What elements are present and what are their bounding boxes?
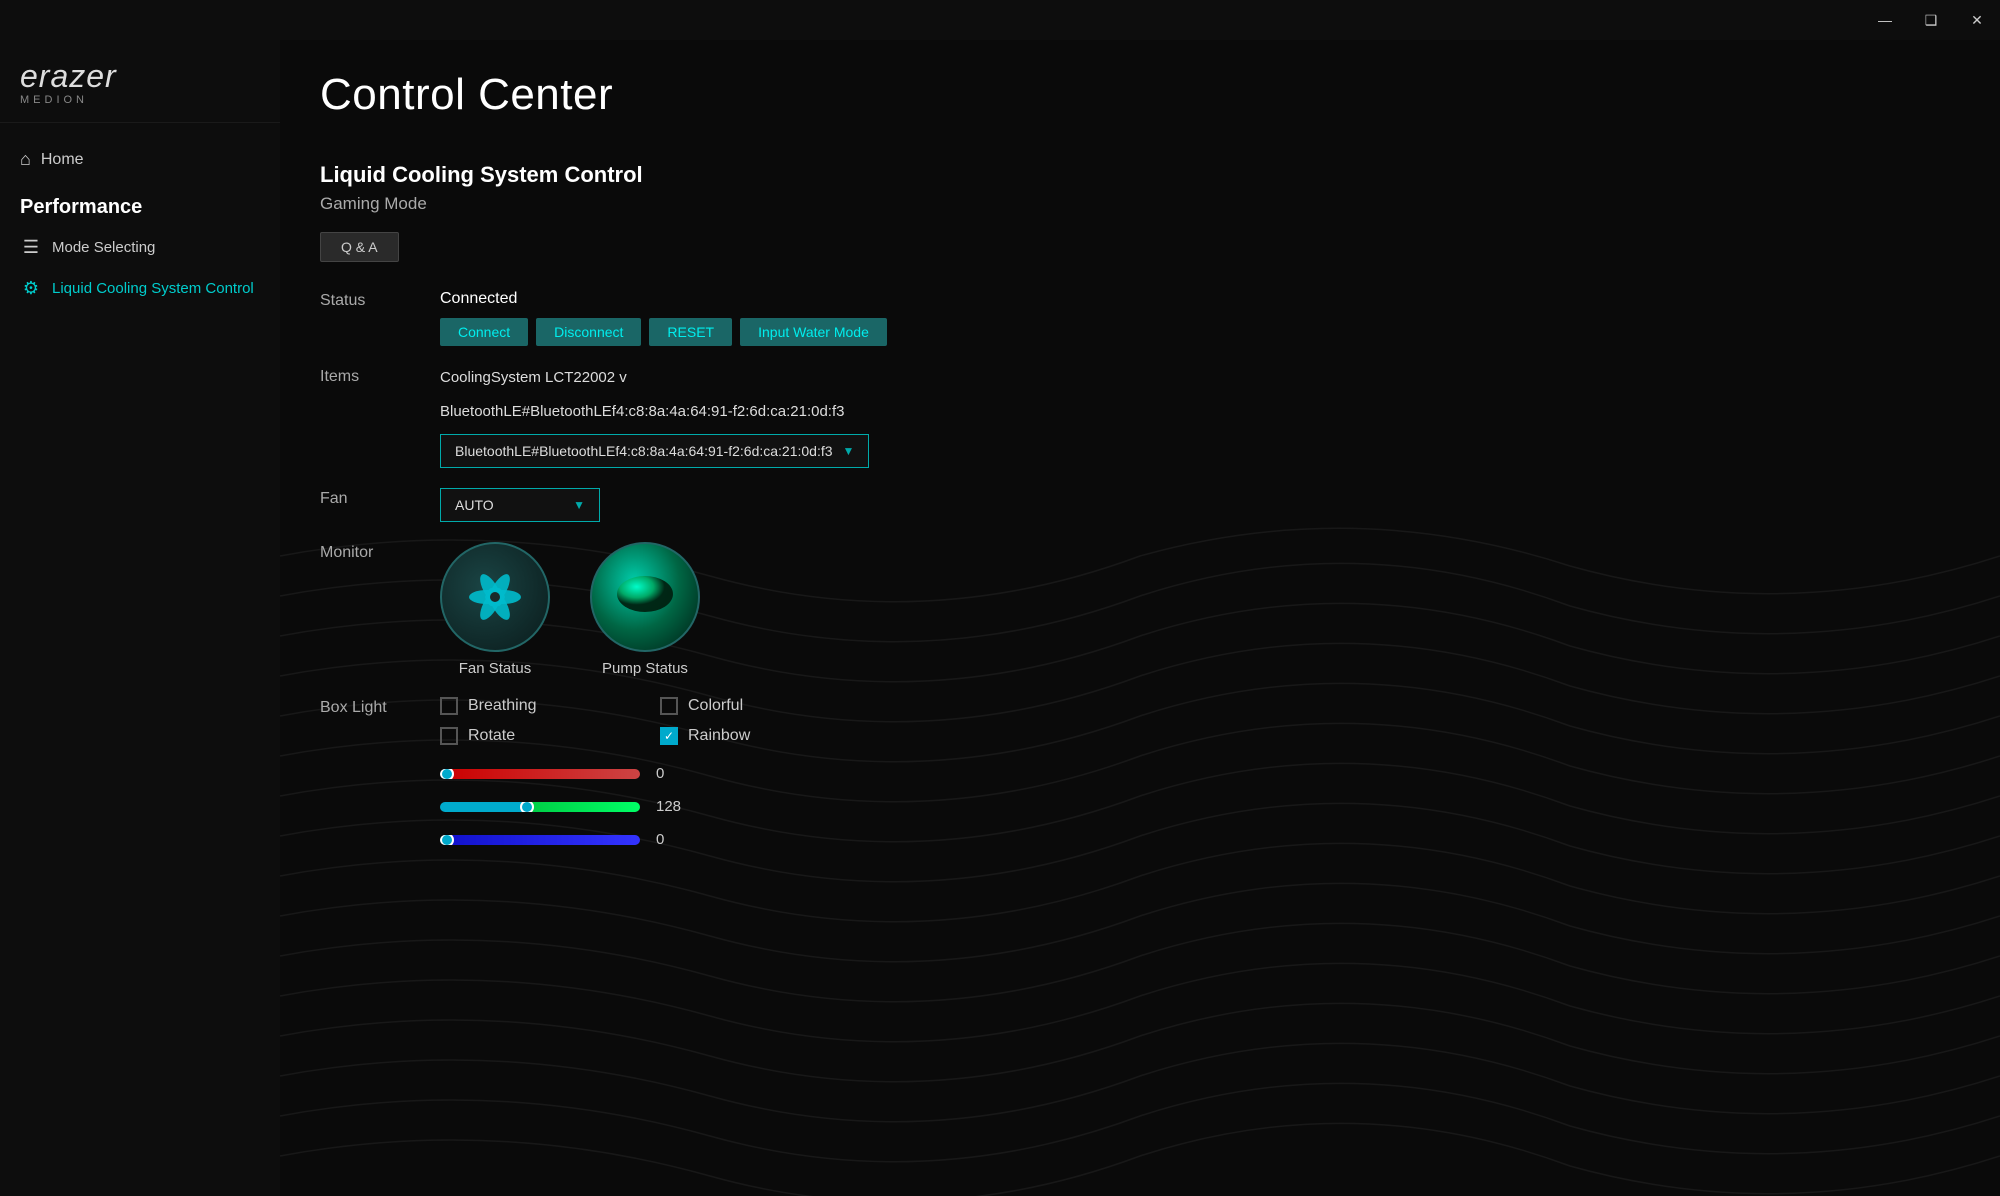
green-slider-value: 128 [656,798,686,815]
items-content: CoolingSystem LCT22002 v BluetoothLE#Blu… [440,366,1960,468]
green-slider-thumb[interactable] [520,802,534,812]
blue-slider-value: 0 [656,831,686,848]
qa-button[interactable]: Q & A [320,232,399,262]
connect-button[interactable]: Connect [440,318,528,346]
box-light-content: Breathing Colorful Rotate Rainbow [440,697,1960,864]
fan-status-label: Fan Status [459,660,532,677]
rotate-checkbox[interactable] [440,727,458,745]
green-track [440,802,640,812]
colorful-checkbox[interactable] [660,697,678,715]
home-icon: ⌂ [20,149,31,170]
colorful-label: Colorful [688,697,743,715]
box-light-row: Box Light Breathing Colorful Rotate [320,697,1960,864]
sidebar-item-home[interactable]: ⌂ Home [0,139,280,180]
device-dropdown[interactable]: BluetoothLE#BluetoothLEf4:c8:8a:4a:64:91… [440,434,869,468]
mode-text: Gaming Mode [320,194,1960,214]
fan-status-icon [455,557,535,637]
pump-status-label: Pump Status [602,660,688,677]
status-label: Status [320,290,440,310]
items-row: Items CoolingSystem LCT22002 v Bluetooth… [320,366,1960,468]
green-slider-track [440,802,640,812]
brand-logo: erazer [20,60,117,92]
blue-slider-row: 0 [440,831,1960,848]
dropdown-value: BluetoothLE#BluetoothLEf4:c8:8a:4a:64:91… [455,443,833,459]
pump-status-icon [615,572,675,622]
green-slider-row: 128 [440,798,1960,815]
rainbow-label: Rainbow [688,727,750,745]
checkbox-rainbow[interactable]: Rainbow [660,727,860,745]
breathing-label: Breathing [468,697,537,715]
box-light-label: Box Light [320,697,440,717]
blue-track [440,835,640,845]
maximize-button[interactable]: ❑ [1908,0,1954,40]
checkbox-breathing[interactable]: Breathing [440,697,640,715]
action-buttons: Connect Disconnect RESET Input Water Mod… [440,318,1960,346]
fan-label: Fan [320,488,440,508]
performance-section-label: Performance [0,180,280,227]
red-slider-value: 0 [656,765,686,782]
checkbox-group: Breathing Colorful Rotate Rainbow [440,697,1960,745]
sidebar: erazer MEDION ⌂ Home Performance ☰ Mode … [0,40,280,1196]
app-title: Control Center [320,70,613,120]
fan-dropdown-arrow-icon: ▼ [573,498,585,512]
dropdown-arrow-icon: ▼ [843,444,855,458]
cooling-icon: ⚙ [20,278,42,299]
status-row: Status Connected Connect Disconnect RESE… [320,290,1960,346]
reset-button[interactable]: RESET [649,318,732,346]
logo-area: erazer MEDION [0,40,280,123]
status-content: Connected Connect Disconnect RESET Input… [440,290,1960,346]
checkbox-rotate[interactable]: Rotate [440,727,640,745]
fan-value: AUTO [455,497,494,513]
blue-slider-track [440,835,640,845]
mode-icon: ☰ [20,237,42,258]
home-label: Home [41,151,84,169]
pump-status-circle [590,542,700,652]
monitor-content: Fan Status [440,542,1960,677]
monitor-area: Fan Status [440,542,1960,677]
disconnect-button[interactable]: Disconnect [536,318,641,346]
red-track [440,769,640,779]
sidebar-nav: ⌂ Home Performance ☰ Mode Selecting ⚙ Li… [0,123,280,1196]
mode-label: Mode Selecting [52,239,155,256]
blue-slider-thumb[interactable] [440,835,454,845]
sidebar-item-liquid-cooling[interactable]: ⚙ Liquid Cooling System Control [0,268,280,309]
fan-dropdown[interactable]: AUTO ▼ [440,488,600,522]
breathing-checkbox[interactable] [440,697,458,715]
section-title: Liquid Cooling System Control [320,162,1960,188]
cooling-label: Liquid Cooling System Control [52,280,254,297]
items-label: Items [320,366,440,386]
brand-sub: MEDION [20,94,260,106]
title-bar: — ❑ ✕ [0,0,2000,40]
monitor-label: Monitor [320,542,440,562]
items-line1: CoolingSystem LCT22002 v [440,366,1960,390]
window-controls: — ❑ ✕ [1862,0,2000,40]
rainbow-checkbox[interactable] [660,727,678,745]
fan-status-circle [440,542,550,652]
fan-content: AUTO ▼ [440,488,1960,522]
rotate-label: Rotate [468,727,515,745]
fan-status-item: Fan Status [440,542,550,677]
main-content: Control Center Liquid Cooling System Con… [280,40,2000,1196]
status-value: Connected [440,290,1960,308]
fan-row: Fan AUTO ▼ [320,488,1960,522]
red-slider-thumb[interactable] [440,769,454,779]
red-slider-track [440,769,640,779]
pump-status-item: Pump Status [590,542,700,677]
items-line2: BluetoothLE#BluetoothLEf4:c8:8a:4a:64:91… [440,400,1960,424]
input-water-button[interactable]: Input Water Mode [740,318,887,346]
red-slider-row: 0 [440,765,1960,782]
close-button[interactable]: ✕ [1954,0,2000,40]
minimize-button[interactable]: — [1862,0,1908,40]
sidebar-item-mode-selecting[interactable]: ☰ Mode Selecting [0,227,280,268]
monitor-row: Monitor [320,542,1960,677]
checkbox-colorful[interactable]: Colorful [660,697,860,715]
